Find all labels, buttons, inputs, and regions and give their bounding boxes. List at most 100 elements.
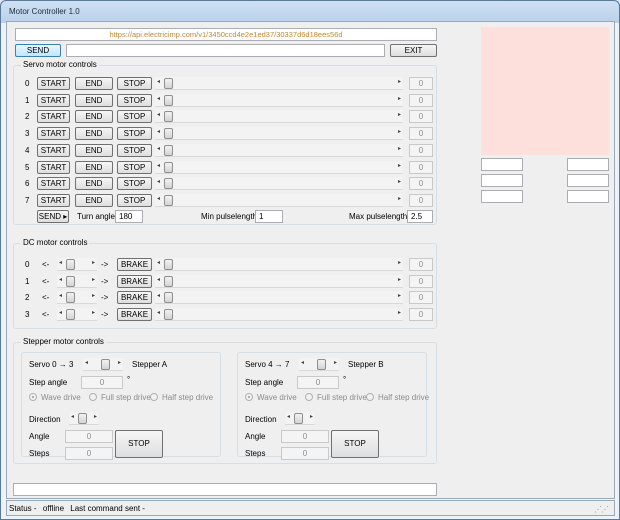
- arrow-right-icon[interactable]: ▸: [92, 259, 95, 266]
- slider-thumb[interactable]: [294, 413, 303, 424]
- slider-thumb[interactable]: [164, 178, 173, 190]
- arrow-right-icon[interactable]: ▸: [398, 276, 401, 283]
- slider-track[interactable]: ◂ ▸: [57, 291, 97, 305]
- arrow-right-icon[interactable]: ▸: [398, 195, 401, 202]
- slider-track[interactable]: ◂ ▸: [155, 143, 403, 157]
- exit-button[interactable]: EXIT: [390, 44, 437, 57]
- servo-start-button[interactable]: START: [37, 110, 70, 124]
- half-step-drive-radio[interactable]: [366, 393, 374, 401]
- slider-track[interactable]: ◂ ▸: [155, 160, 403, 174]
- resize-grip-icon[interactable]: ⋰⋰: [594, 505, 609, 514]
- side-field-4[interactable]: [567, 174, 609, 187]
- angle-field[interactable]: 0: [65, 430, 113, 443]
- arrow-left-icon[interactable]: ◂: [59, 276, 62, 283]
- slider-thumb[interactable]: [317, 359, 326, 370]
- side-field-6[interactable]: [567, 190, 609, 203]
- arrow-left-icon[interactable]: ◂: [157, 292, 160, 299]
- servo-start-button[interactable]: START: [37, 77, 70, 90]
- arrow-left-icon[interactable]: ◂: [157, 128, 160, 135]
- side-field-2[interactable]: [567, 158, 609, 171]
- arrow-left-icon[interactable]: ◂: [157, 259, 160, 266]
- slider-thumb[interactable]: [164, 309, 173, 321]
- slider-thumb[interactable]: [164, 94, 173, 106]
- slider-track[interactable]: ◂ ▸: [285, 412, 315, 425]
- slider-track[interactable]: ◂ ▸: [155, 177, 403, 191]
- dc-brake-button[interactable]: BRAKE: [117, 308, 152, 322]
- arrow-left-icon[interactable]: ◂: [157, 145, 160, 152]
- slider-thumb[interactable]: [66, 309, 75, 321]
- arrow-right-icon[interactable]: ▸: [94, 413, 97, 420]
- stepper-stop-button[interactable]: STOP: [115, 430, 163, 458]
- arrow-right-icon[interactable]: ▸: [310, 413, 313, 420]
- slider-track[interactable]: ◂ ▸: [83, 358, 123, 371]
- servo-start-button[interactable]: START: [37, 193, 70, 207]
- slider-track[interactable]: ◂ ▸: [155, 127, 403, 141]
- slider-thumb[interactable]: [164, 78, 173, 89]
- arrow-left-icon[interactable]: ◂: [59, 309, 62, 316]
- slider-track[interactable]: ◂ ▸: [155, 193, 403, 207]
- side-field-1[interactable]: [481, 158, 523, 171]
- step-angle-field[interactable]: 0: [81, 376, 123, 389]
- servo-end-button[interactable]: END: [75, 127, 113, 141]
- side-field-3[interactable]: [481, 174, 523, 187]
- min-pulselength-field[interactable]: 1: [255, 210, 283, 223]
- servo-stop-button[interactable]: STOP: [117, 110, 152, 124]
- bottom-input[interactable]: [13, 483, 437, 496]
- slider-thumb[interactable]: [66, 275, 75, 287]
- steps-field[interactable]: 0: [281, 447, 329, 460]
- servo-start-button[interactable]: START: [37, 143, 70, 157]
- arrow-right-icon[interactable]: ▸: [398, 95, 401, 102]
- slider-thumb[interactable]: [164, 144, 173, 156]
- servo-start-button[interactable]: START: [37, 93, 70, 107]
- servo-end-button[interactable]: END: [75, 110, 113, 124]
- slider-thumb[interactable]: [78, 413, 87, 424]
- arrow-left-icon[interactable]: ◂: [157, 309, 160, 316]
- arrow-left-icon[interactable]: ◂: [301, 359, 304, 366]
- dc-brake-button[interactable]: BRAKE: [117, 291, 152, 305]
- step-angle-field[interactable]: 0: [297, 376, 339, 389]
- full-step-drive-radio[interactable]: [305, 393, 313, 401]
- servo-end-button[interactable]: END: [75, 160, 113, 174]
- servo-end-button[interactable]: END: [75, 177, 113, 191]
- slider-track[interactable]: ◂ ▸: [155, 110, 403, 124]
- full-step-drive-radio[interactable]: [89, 393, 97, 401]
- slider-thumb[interactable]: [101, 359, 110, 370]
- slider-track[interactable]: ◂ ▸: [155, 258, 403, 271]
- arrow-left-icon[interactable]: ◂: [157, 276, 160, 283]
- arrow-right-icon[interactable]: ▸: [398, 145, 401, 152]
- arrow-right-icon[interactable]: ▸: [118, 359, 121, 366]
- servo-end-button[interactable]: END: [75, 77, 113, 90]
- arrow-right-icon[interactable]: ▸: [398, 178, 401, 185]
- arrow-left-icon[interactable]: ◂: [157, 178, 160, 185]
- max-pulselength-field[interactable]: 2.5: [407, 210, 433, 223]
- servo-start-button[interactable]: START: [37, 177, 70, 191]
- slider-thumb[interactable]: [66, 259, 75, 270]
- slider-thumb[interactable]: [164, 128, 173, 140]
- arrow-left-icon[interactable]: ◂: [59, 292, 62, 299]
- send-button[interactable]: SEND: [15, 44, 61, 57]
- arrow-right-icon[interactable]: ▸: [398, 259, 401, 266]
- slider-thumb[interactable]: [164, 275, 173, 287]
- slider-track[interactable]: ◂ ▸: [155, 77, 403, 90]
- slider-thumb[interactable]: [164, 194, 173, 206]
- servo-stop-button[interactable]: STOP: [117, 160, 152, 174]
- slider-thumb[interactable]: [164, 259, 173, 270]
- dc-brake-button[interactable]: BRAKE: [117, 274, 152, 288]
- arrow-right-icon[interactable]: ▸: [398, 292, 401, 299]
- slider-track[interactable]: ◂ ▸: [57, 274, 97, 288]
- arrow-right-icon[interactable]: ▸: [398, 111, 401, 118]
- arrow-right-icon[interactable]: ▸: [398, 162, 401, 169]
- servo-end-button[interactable]: END: [75, 93, 113, 107]
- arrow-left-icon[interactable]: ◂: [157, 162, 160, 169]
- slider-thumb[interactable]: [164, 111, 173, 123]
- servo-stop-button[interactable]: STOP: [117, 177, 152, 191]
- slider-track[interactable]: ◂ ▸: [57, 308, 97, 322]
- servo-send-button[interactable]: SEND ▸: [37, 210, 69, 223]
- arrow-left-icon[interactable]: ◂: [287, 413, 290, 420]
- slider-thumb[interactable]: [66, 292, 75, 304]
- angle-field[interactable]: 0: [281, 430, 329, 443]
- title-bar[interactable]: Motor Controller 1.0: [1, 1, 619, 23]
- servo-start-button[interactable]: START: [37, 160, 70, 174]
- slider-thumb[interactable]: [164, 161, 173, 173]
- arrow-left-icon[interactable]: ◂: [157, 95, 160, 102]
